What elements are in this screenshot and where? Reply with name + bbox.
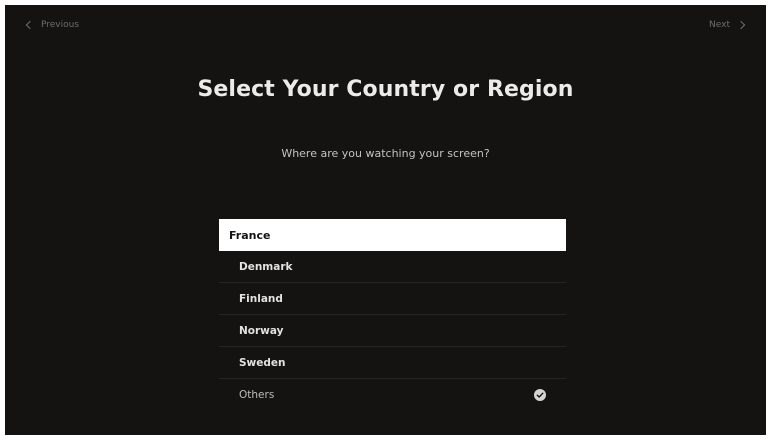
- next-label: Next: [709, 20, 730, 30]
- previous-button[interactable]: Previous: [25, 20, 80, 30]
- country-label: Sweden: [239, 356, 286, 369]
- page-title: Select Your Country or Region: [197, 77, 574, 102]
- country-label: Finland: [239, 292, 283, 305]
- country-list: France Denmark Finland Norway Sweden Oth…: [219, 219, 566, 411]
- country-label: Norway: [239, 324, 284, 337]
- page-subtitle: Where are you watching your screen?: [281, 147, 490, 160]
- country-option-denmark[interactable]: Denmark: [219, 251, 566, 283]
- chevron-right-icon: [736, 20, 746, 30]
- country-option-others[interactable]: Others: [219, 379, 566, 411]
- country-label: France: [229, 228, 271, 242]
- next-button[interactable]: Next: [709, 20, 746, 30]
- country-option-norway[interactable]: Norway: [219, 315, 566, 347]
- chevron-left-icon: [25, 20, 35, 30]
- checkmark-circle-icon: [534, 389, 546, 401]
- country-label: Others: [239, 389, 275, 401]
- country-option-sweden[interactable]: Sweden: [219, 347, 566, 379]
- previous-label: Previous: [41, 20, 80, 30]
- country-label: Denmark: [239, 260, 293, 273]
- country-option-france[interactable]: France: [219, 219, 566, 251]
- setup-screen: Previous Next Select Your Country or Reg…: [5, 5, 766, 435]
- country-option-finland[interactable]: Finland: [219, 283, 566, 315]
